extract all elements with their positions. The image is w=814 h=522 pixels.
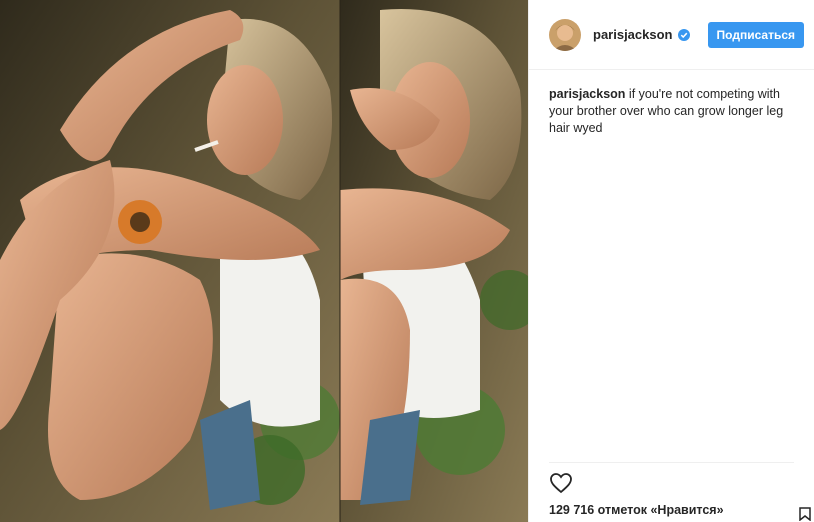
verified-badge-icon [677, 28, 690, 41]
bookmark-icon[interactable] [799, 507, 811, 521]
heart-outline-icon[interactable] [549, 471, 573, 495]
photo-divider [339, 0, 341, 522]
likes-count[interactable]: 129 716 отметок «Нравится» [549, 503, 724, 517]
caption-username[interactable]: parisjackson [549, 87, 625, 101]
post-caption: parisjackson if you're not competing wit… [529, 70, 814, 137]
photo-left-half [0, 0, 340, 522]
follow-button[interactable]: Подписаться [707, 21, 804, 48]
post-side-panel: parisjackson Подписаться parisjackson if… [528, 0, 814, 522]
photo-right-half [340, 0, 528, 522]
post-photo[interactable] [0, 0, 528, 522]
avatar[interactable] [549, 18, 581, 51]
post-header: parisjackson Подписаться [529, 0, 814, 70]
username[interactable]: parisjackson [593, 27, 673, 42]
instagram-post: parisjackson Подписаться parisjackson if… [0, 0, 814, 522]
post-actions: 129 716 отметок «Нравится» [549, 462, 811, 521]
